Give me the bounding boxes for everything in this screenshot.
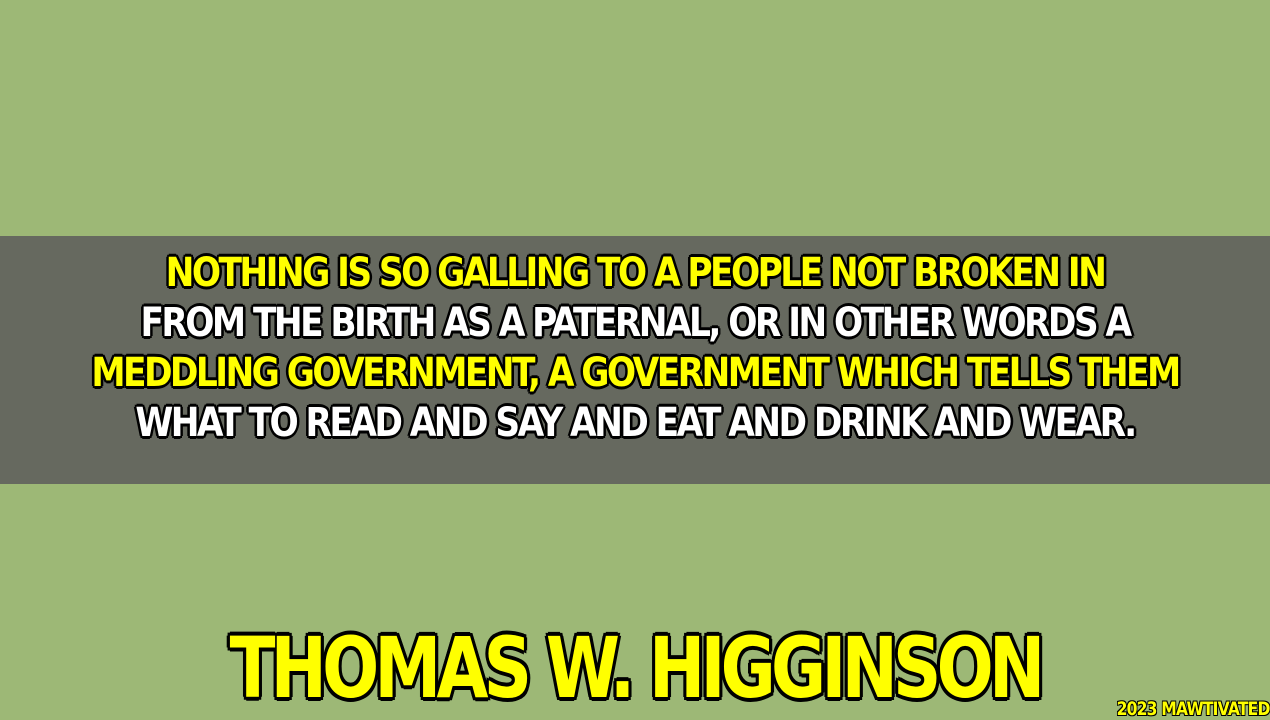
quote-line-4: WHAT TO READ AND SAY AND EAT AND DRINK A… [134,399,1138,447]
quote-line-1: NOTHING IS SO GALLING TO A PEOPLE NOT BR… [165,249,1108,297]
watermark: 2023 MAWTIVATED [1116,698,1270,720]
author-name: THOMAS W. HIGGINSON [228,618,1046,719]
quote-text: NOTHING IS SO GALLING TO A PEOPLE NOT BR… [0,248,1270,448]
quote-line-3: MEDDLING GOVERNMENT, A GOVERNMENT WHICH … [91,349,1183,397]
quote-line-2: FROM THE BIRTH AS A PATERNAL, OR IN OTHE… [140,299,1133,347]
